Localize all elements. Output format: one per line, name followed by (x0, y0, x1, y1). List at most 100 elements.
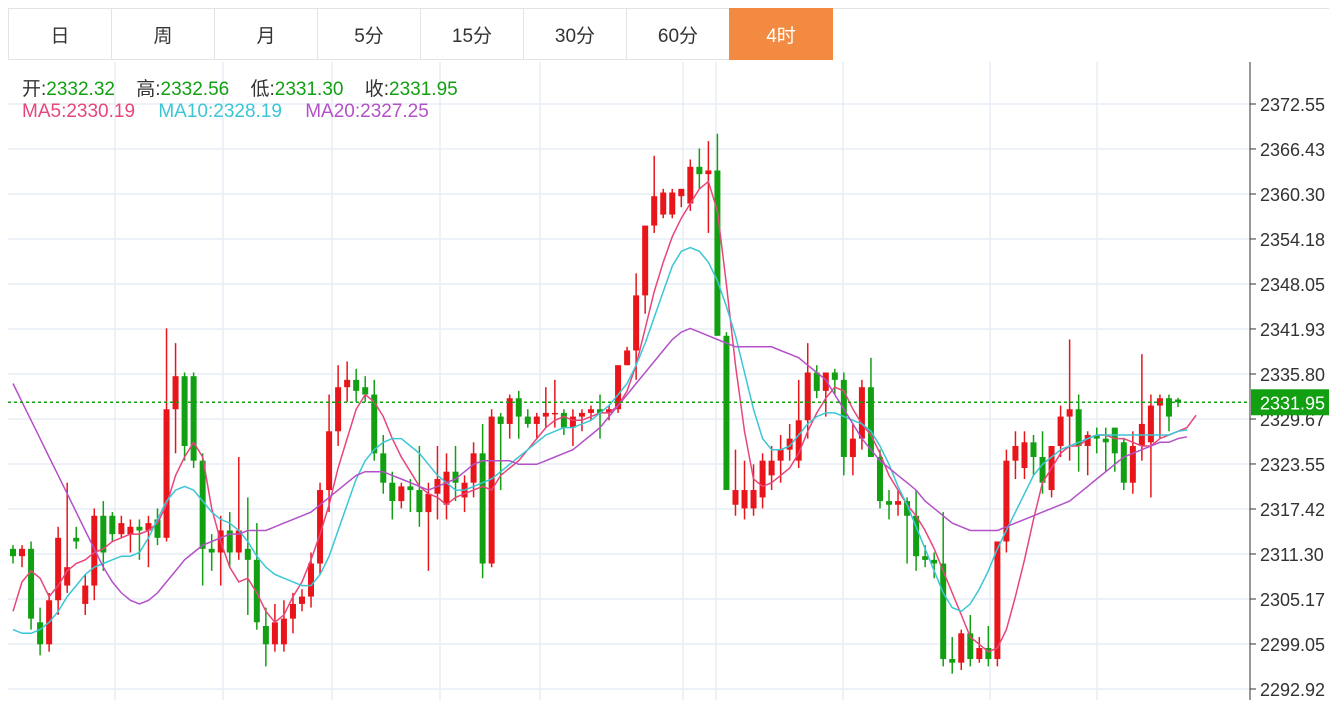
candle-up (804, 372, 811, 421)
close-label: 收: (364, 79, 390, 100)
y-tick-label: 2354.18 (1260, 230, 1325, 250)
candle-up (741, 490, 748, 509)
ma20-label: MA20: (305, 101, 361, 122)
candle-up (976, 648, 983, 660)
ma5-line (12, 180, 1197, 653)
candle-up (91, 515, 98, 586)
candle-down (886, 501, 893, 505)
candle-up (163, 409, 170, 538)
candle-up (172, 376, 179, 410)
candle-up (82, 585, 89, 604)
candle-down (416, 490, 423, 513)
candle-up (127, 526, 134, 535)
candle-down (353, 379, 360, 391)
candle-up (308, 563, 315, 597)
candle-up (578, 412, 585, 417)
candle-up (624, 350, 631, 366)
candle-down (190, 376, 197, 461)
candle-down (181, 376, 188, 446)
candle-up (542, 412, 549, 417)
candle-up (1057, 416, 1064, 446)
candle-up (398, 486, 405, 502)
candle-down (407, 486, 414, 491)
open-label: 开: (22, 79, 47, 100)
high-value: 2332.56 (160, 79, 230, 100)
candle-down (1030, 442, 1037, 457)
candle-up (732, 490, 739, 505)
candle-down (253, 559, 260, 623)
candle-up (768, 460, 775, 476)
candle-up (705, 170, 712, 175)
y-tick-label: 2360.30 (1260, 185, 1325, 205)
candle-up (858, 387, 865, 439)
candle-up (587, 409, 594, 413)
candle-up (280, 618, 287, 645)
candle-down (831, 372, 838, 380)
candle-down (524, 416, 531, 424)
candle-down (515, 398, 522, 417)
open-value: 2332.32 (46, 79, 115, 100)
candle-up (687, 166, 694, 204)
candle-up (271, 622, 278, 645)
candle-down (931, 559, 938, 564)
candle-up (642, 225, 649, 296)
candle-down (244, 548, 251, 560)
candle-up (443, 471, 450, 505)
candle-down (813, 372, 820, 391)
tab-period-7[interactable]: 4时 (729, 8, 833, 60)
candle-down (28, 548, 35, 619)
candle-up (425, 493, 432, 513)
y-tick-label: 2348.05 (1260, 275, 1325, 295)
candle-down (1075, 409, 1082, 446)
candle-down (73, 537, 80, 542)
candle-up (55, 537, 62, 601)
candle-up (19, 548, 26, 557)
ohlc-readout: 开:2332.32 高:2332.56 低:2331.30 收:2331.95 (22, 74, 474, 101)
candle-up (994, 541, 1001, 660)
high-label: 高: (136, 79, 161, 100)
candle-up (470, 453, 477, 483)
ma20-line (12, 327, 1188, 605)
y-tick-label: 2366.43 (1260, 140, 1325, 160)
candle-up (1012, 445, 1019, 461)
candle-down (208, 548, 215, 553)
candle-up (633, 295, 640, 351)
ma5-label: MA5: (22, 101, 67, 122)
candle-up (759, 460, 766, 498)
y-tick-label: 2299.05 (1260, 635, 1325, 655)
candle-down (262, 625, 269, 645)
candle-down (136, 526, 143, 531)
candle-down (696, 166, 703, 175)
candle-up (298, 596, 305, 604)
candle-down (10, 548, 16, 557)
candle-down (479, 453, 486, 564)
candle-up (326, 431, 333, 491)
candle-down (497, 416, 504, 424)
low-value: 2331.30 (274, 79, 344, 100)
candle-up (289, 603, 296, 619)
ma-legend: MA5:2330.19 MA10:2328.19 MA20:2327.25 (22, 101, 429, 123)
candle-up (335, 387, 342, 432)
close-value: 2331.95 (389, 79, 458, 100)
candle-up (551, 412, 558, 415)
candle-down (389, 482, 396, 502)
candle-down (1111, 427, 1118, 454)
current-price-label: 2331.95 (1260, 393, 1325, 413)
y-tick-label: 2311.30 (1260, 545, 1324, 565)
y-tick-label: 2305.17 (1260, 590, 1325, 610)
candle-up (678, 188, 685, 197)
candle-down (37, 622, 44, 645)
candle-up (1129, 445, 1136, 483)
candle-up (1147, 405, 1154, 443)
candle-up (344, 379, 351, 388)
candle-up (1066, 409, 1073, 417)
candle-up (660, 192, 667, 215)
candle-down (714, 170, 721, 336)
candle-up (750, 490, 757, 509)
y-tick-label: 2317.42 (1260, 500, 1325, 520)
candle-down (109, 515, 116, 535)
candle-down (876, 456, 883, 502)
ma10-value: 2328.19 (213, 101, 282, 122)
candle-down (1102, 438, 1109, 443)
candle-up (651, 196, 658, 226)
